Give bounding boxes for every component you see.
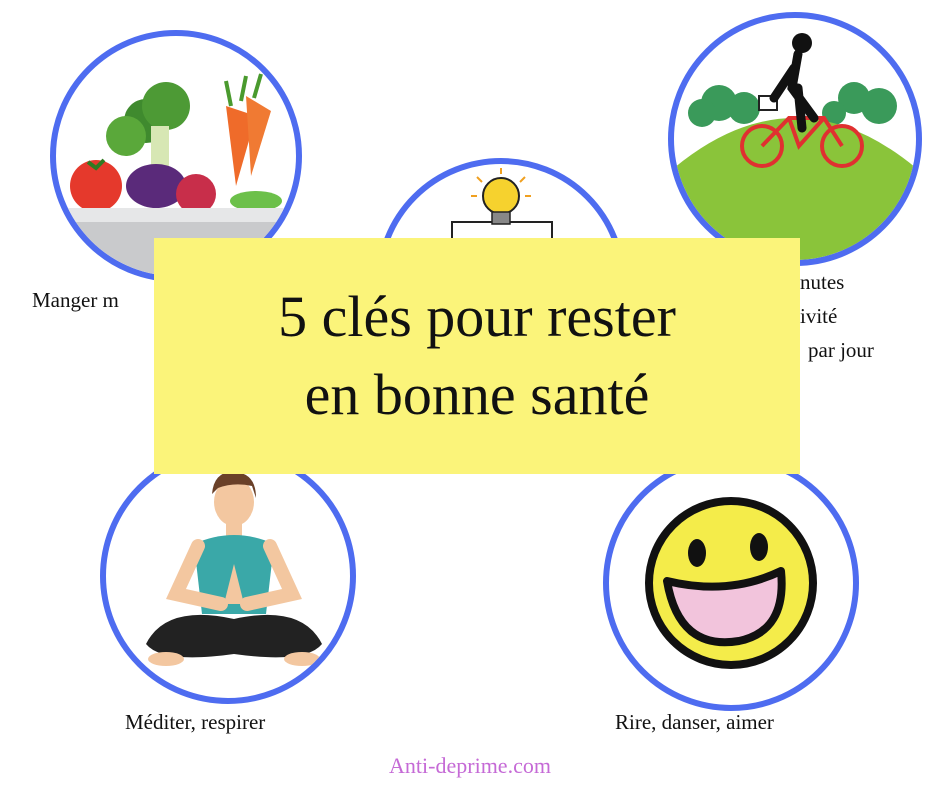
activity-label-line2: ivité <box>800 304 838 328</box>
title-banner: 5 clés pour rester en bonne santé <box>154 238 800 474</box>
meditation-circle <box>100 448 356 704</box>
smiley-circle <box>603 455 859 711</box>
cyclist-icon <box>674 33 916 260</box>
cycling-circle <box>668 12 922 266</box>
title-line-1: 5 clés pour rester <box>278 284 676 349</box>
meditation-icon <box>146 471 322 666</box>
site-credit: Anti-deprime.com <box>389 753 551 778</box>
healthy-eating-label: Manger m <box>32 288 119 312</box>
activity-label-line3: par jour <box>808 338 874 362</box>
laugh-dance-love-label: Rire, danser, aimer <box>615 710 774 734</box>
meditation-label: Méditer, respirer <box>125 710 266 734</box>
title-line-2: en bonne santé <box>304 362 650 427</box>
smiley-icon <box>645 497 817 669</box>
activity-label-line1: nutes <box>800 270 845 294</box>
